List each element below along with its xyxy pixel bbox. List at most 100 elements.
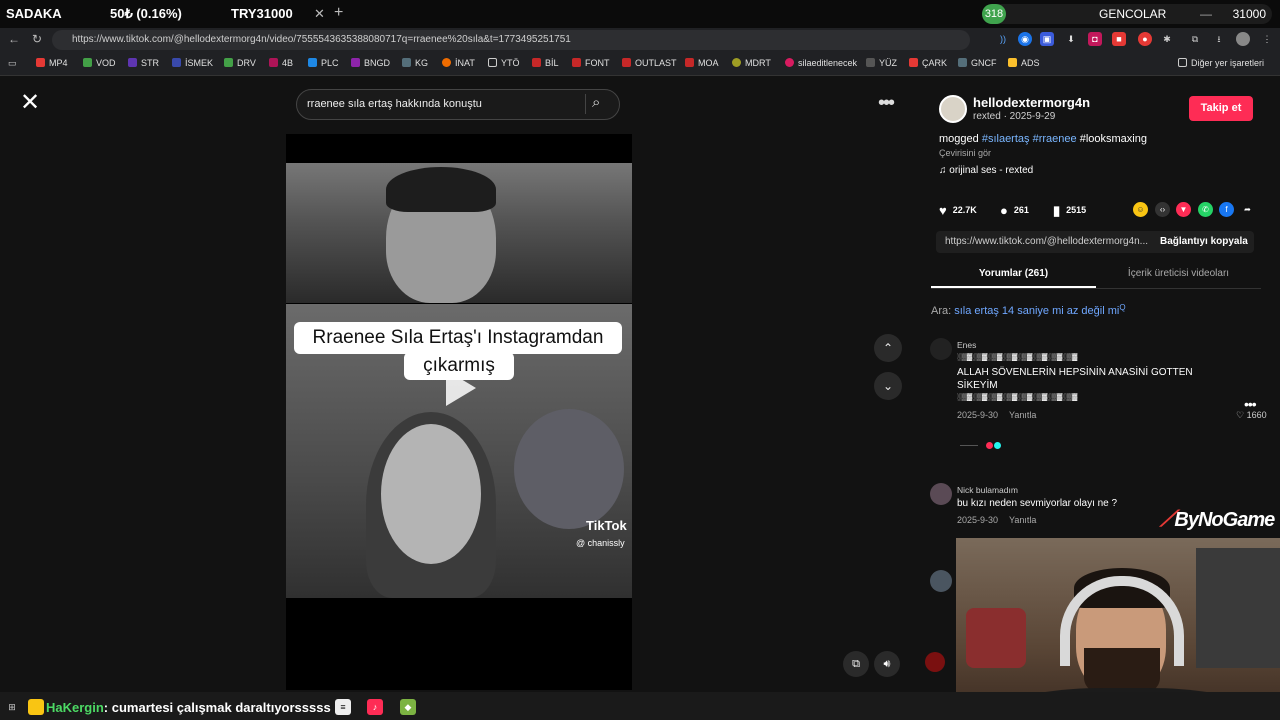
bookmark-item[interactable]: YTÖ	[488, 58, 520, 68]
bookmark-item[interactable]: PLC	[308, 58, 339, 68]
bookmark-item[interactable]: MDRT	[732, 58, 771, 68]
team-points: 31000	[1232, 7, 1266, 21]
donation-label: SADAKA	[6, 6, 62, 21]
back-icon[interactable]: ←	[8, 32, 20, 46]
bookmark-item[interactable]: FONT	[572, 58, 610, 68]
bookmark-item[interactable]: MP4	[36, 58, 68, 68]
sponsor-logo: ⟋ByNoGame	[1160, 506, 1275, 531]
avatar[interactable]	[930, 338, 952, 360]
bookmark-item[interactable]: VOD	[83, 58, 116, 68]
windows-icon[interactable]: ⊞	[4, 699, 20, 715]
new-tab-icon[interactable]: +	[334, 4, 343, 22]
sound-link[interactable]: ♫ orijinal ses - rexted	[939, 165, 1033, 176]
bookmarks-icon[interactable]: ▭	[8, 58, 17, 69]
save-button[interactable]: ▮ 2515	[1053, 203, 1086, 219]
taskbar-app-icon[interactable]: ≡	[335, 699, 351, 715]
bookmark-item[interactable]: ÇARK	[909, 58, 947, 68]
bookmark-item[interactable]: BİL	[532, 58, 559, 68]
send-icon[interactable]: ▼	[1176, 202, 1191, 217]
follow-button[interactable]: Takip et	[1189, 96, 1253, 121]
close-icon[interactable]: ✕	[17, 90, 43, 116]
comment-decoration: ░▒▓░▒▓░▒▓░▒▓░▒▓░▒▓░▒▓░▒▓	[957, 394, 1078, 401]
like-button[interactable]: ♥ 22.7K	[939, 203, 977, 218]
loading-indicator	[960, 440, 1001, 452]
hashtag-link[interactable]: #sılaertaş	[982, 133, 1030, 145]
extension-icon[interactable]: ■	[1112, 32, 1126, 46]
code-icon[interactable]: ‹›	[1155, 202, 1170, 217]
avatar[interactable]	[925, 652, 945, 672]
hashtag-link[interactable]: #looksmaxing	[1080, 133, 1147, 145]
whatsapp-icon[interactable]: ✆	[1198, 202, 1213, 217]
downloads-icon[interactable]: ⭳	[1212, 32, 1226, 46]
bookmark-item[interactable]: silaeditlenecek	[785, 58, 857, 68]
bookmark-item[interactable]: KG	[402, 58, 428, 68]
bookmark-item[interactable]: DRV	[224, 58, 256, 68]
volume-icon[interactable]: 🔊︎	[874, 651, 900, 677]
tab-comments[interactable]: Yorumlar (261)	[931, 268, 1096, 279]
comment-icon: ●	[1000, 203, 1008, 218]
video-player[interactable]: Rraenee Sıla Ertaş'ı Instagramdan çıkarm…	[286, 134, 632, 690]
tab-divider	[931, 288, 1261, 289]
avatar[interactable]	[930, 483, 952, 505]
next-video-button[interactable]: ⌄	[874, 372, 902, 400]
creator-username[interactable]: hellodextermorg4n	[973, 95, 1090, 110]
person-hair	[386, 167, 496, 212]
menu-icon[interactable]: ⋮	[1260, 32, 1274, 46]
related-search[interactable]: Ara: sıla ertaş 14 saniye mi az değil mi…	[931, 303, 1126, 317]
facebook-icon[interactable]: f	[1219, 202, 1234, 217]
prev-video-button[interactable]: ⌃	[874, 334, 902, 362]
embed-icon[interactable]: ☺	[1133, 202, 1148, 217]
person-face	[381, 424, 481, 564]
reply-link[interactable]: Yanıtla	[1009, 515, 1036, 525]
reply-link[interactable]: Yanıtla	[1009, 410, 1036, 420]
extension-icon[interactable]: ))	[996, 32, 1010, 46]
comment-date: 2025-9-30	[957, 515, 999, 525]
translate-link[interactable]: Çevirisini gör	[939, 148, 991, 158]
post-meta: rexted · 2025-9-29	[973, 111, 1056, 122]
puzzle-icon[interactable]: ✱	[1160, 32, 1174, 46]
bookmark-item[interactable]: STR	[128, 58, 159, 68]
bookmark-item[interactable]: OUTLAST	[622, 58, 677, 68]
reload-icon[interactable]: ↻	[32, 32, 42, 46]
search-icon[interactable]: ⌕	[592, 94, 600, 111]
bookmark-item[interactable]: BNGD	[351, 58, 390, 68]
donation-stat: 50₺ (0.16%)	[110, 6, 182, 21]
tab-search-icon[interactable]: ⧉	[1188, 32, 1202, 46]
tab-creator-videos[interactable]: İçerik üreticisi videoları	[1096, 268, 1261, 279]
extension-icon[interactable]: ●	[1138, 32, 1152, 46]
avatar[interactable]	[930, 570, 952, 592]
bookmark-item[interactable]: İSMEK	[172, 58, 213, 68]
bookmark-item[interactable]: GNCF	[958, 58, 997, 68]
bookmark-item[interactable]: İNAT	[442, 58, 475, 68]
bookmark-item[interactable]: MOA	[685, 58, 719, 68]
other-bookmarks[interactable]: Diğer yer işaretleri	[1178, 58, 1264, 68]
extension-icon[interactable]: ▣	[1040, 32, 1054, 46]
creator-avatar[interactable]	[939, 95, 967, 123]
comment-button[interactable]: ● 261	[1000, 203, 1029, 218]
download-icon[interactable]: ⬇	[1064, 32, 1078, 46]
pip-icon[interactable]: ⧉	[843, 651, 869, 677]
taskbar-app-icon[interactable]: ◆	[400, 699, 416, 715]
extension-icon[interactable]: ◉	[1018, 32, 1032, 46]
heart-icon: ♡	[1236, 410, 1247, 420]
bookmark-item[interactable]: ADS	[1008, 58, 1040, 68]
play-icon[interactable]	[446, 370, 476, 406]
post-description: mogged #sılaertaş #rraenee #looksmaxing	[939, 133, 1147, 145]
share-arrow-icon[interactable]: ➦	[1240, 202, 1255, 217]
hashtag-link[interactable]: #rraenee	[1033, 133, 1077, 145]
comment-like[interactable]: ♡ 1660	[1236, 410, 1267, 421]
profile-avatar[interactable]	[1236, 32, 1250, 46]
tiktok-icon[interactable]: ♪	[367, 699, 383, 715]
bookmark-item[interactable]: 4B	[269, 58, 293, 68]
tab-close-icon[interactable]: ✕	[314, 6, 325, 22]
copy-link-button[interactable]: Bağlantıyı kopyala	[1160, 231, 1248, 253]
more-options-icon[interactable]: •••	[878, 92, 895, 115]
search-input[interactable]: rraenee sıla ertaş hakkında konuştu	[296, 89, 620, 120]
bookmark-item[interactable]: YÜZ	[866, 58, 897, 68]
address-bar[interactable]: https://www.tiktok.com/@hellodextermorg4…	[52, 30, 970, 50]
extension-icon[interactable]: ◘	[1088, 32, 1102, 46]
comment-author[interactable]: Nick bulamadım	[957, 485, 1018, 495]
goal-stat: TRY31000	[231, 6, 293, 21]
comment-author[interactable]: Enes	[957, 340, 976, 350]
chair	[966, 608, 1026, 668]
